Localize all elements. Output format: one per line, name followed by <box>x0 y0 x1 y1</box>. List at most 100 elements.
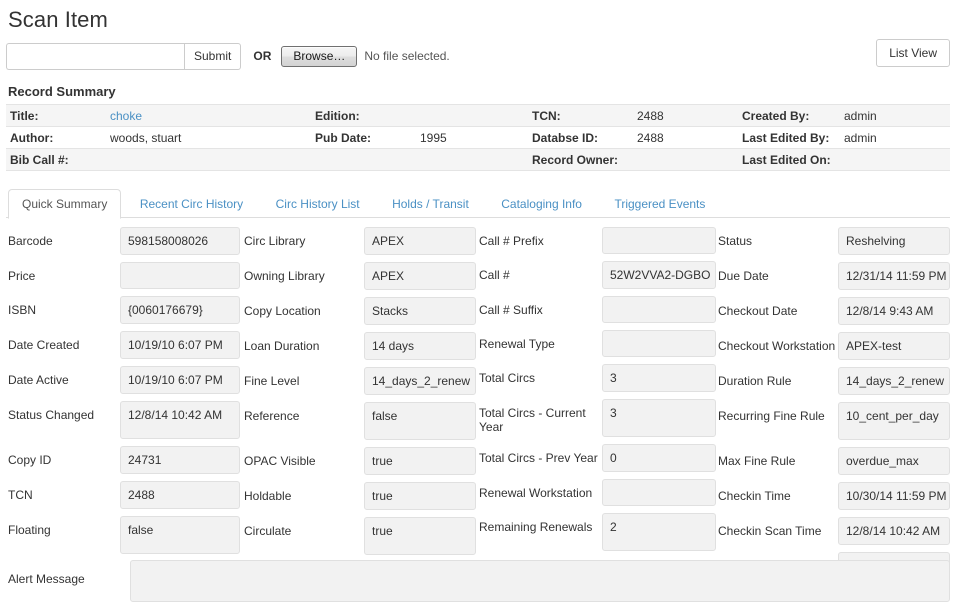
field-value[interactable]: 2 <box>602 513 716 551</box>
summary-value: woods, stuart <box>106 126 311 149</box>
field-value[interactable] <box>120 262 240 289</box>
table-row: Bib Call #: Record Owner: Last Edited On… <box>6 148 950 171</box>
field-value[interactable]: 10/19/10 6:07 PM <box>120 366 240 394</box>
field-renewal-type: Renewal Type <box>479 330 716 357</box>
field-label: Reference <box>244 409 300 423</box>
tab-quick-summary[interactable]: Quick Summary <box>8 189 122 219</box>
field-value[interactable]: 10/19/10 6:07 PM <box>120 331 240 359</box>
field-value[interactable] <box>130 560 950 602</box>
field-label: Renewal Workstation <box>479 486 593 500</box>
summary-label <box>311 148 416 171</box>
field-value[interactable]: 12/8/14 10:42 AM <box>120 401 240 439</box>
summary-label: Title: <box>6 104 106 127</box>
summary-value: 1995 <box>416 126 528 149</box>
field-value[interactable]: APEX-test <box>838 332 950 360</box>
field-value[interactable]: 2488 <box>120 481 240 509</box>
field-value[interactable]: Reshelving <box>838 227 950 255</box>
field-status-changed: Status Changed 12/8/14 10:42 AM <box>8 401 240 439</box>
field-fine-level: Fine Level 14_days_2_renew <box>244 367 476 395</box>
field-call-number-suffix: Call # Suffix <box>479 296 716 323</box>
summary-value-title: choke <box>106 104 311 127</box>
field-value[interactable] <box>602 479 716 506</box>
field-remaining-renewals: Remaining Renewals 2 <box>479 513 716 551</box>
field-value[interactable]: 0 <box>602 444 716 472</box>
field-value[interactable]: 598158008026 <box>120 227 240 255</box>
field-value[interactable]: 14_days_2_renew <box>838 367 950 395</box>
field-label: Loan Duration <box>244 339 320 353</box>
record-summary-table: Title: choke Edition: TCN: 2488 Created … <box>6 104 950 171</box>
field-label: Copy Location <box>244 304 321 318</box>
summary-label: Databse ID: <box>528 126 633 149</box>
field-value[interactable]: 24731 <box>120 446 240 474</box>
tab-triggered-events[interactable]: Triggered Events <box>600 189 719 219</box>
scan-barcode-input[interactable] <box>6 42 184 70</box>
detail-column-1: Barcode 598158008026 Price ISBN {0060176… <box>8 227 240 561</box>
field-label: Checkin Scan Time <box>718 524 822 538</box>
scan-bar: Submit OR Browse… No file selected. <box>6 42 950 70</box>
field-value[interactable] <box>602 330 716 357</box>
field-value[interactable]: 52W2VVA2-DGBO <box>602 261 716 289</box>
summary-value <box>416 104 528 127</box>
title-link[interactable]: choke <box>110 109 142 123</box>
field-value[interactable]: true <box>364 517 476 555</box>
field-label: Checkin Time <box>718 489 791 503</box>
field-total-circs-current-year: Total Circs - Current Year 3 <box>479 399 716 437</box>
field-label: Call # Prefix <box>479 234 544 248</box>
field-value[interactable]: false <box>120 516 240 554</box>
summary-value <box>106 148 311 171</box>
tab-holds-transit[interactable]: Holds / Transit <box>378 189 483 219</box>
field-label: Copy ID <box>8 453 52 467</box>
table-row: Author: woods, stuart Pub Date: 1995 Dat… <box>6 126 950 149</box>
field-value[interactable]: APEX <box>364 262 476 290</box>
tab-bar: Quick Summary Recent Circ History Circ H… <box>6 188 950 219</box>
browse-button[interactable]: Browse… <box>281 45 358 67</box>
field-value[interactable]: Stacks <box>364 297 476 325</box>
field-label: Floating <box>8 523 51 537</box>
field-label: Checkout Workstation <box>718 339 836 353</box>
field-value[interactable]: 14_days_2_renew <box>364 367 476 395</box>
field-opac-visible: OPAC Visible true <box>244 447 476 475</box>
field-value[interactable] <box>602 227 716 254</box>
field-label: Fine Level <box>244 374 300 388</box>
summary-label: Last Edited On: <box>738 148 840 171</box>
tab-recent-circ-history[interactable]: Recent Circ History <box>126 189 257 219</box>
tab-circ-history-list[interactable]: Circ History List <box>262 189 374 219</box>
submit-button[interactable]: Submit <box>184 42 242 70</box>
field-value[interactable]: 14 days <box>364 332 476 360</box>
field-label: Status Changed <box>8 408 95 422</box>
summary-label: Created By: <box>738 104 840 127</box>
field-value[interactable]: 12/31/14 11:59 PM <box>838 262 950 290</box>
field-date-active: Date Active 10/19/10 6:07 PM <box>8 366 240 394</box>
field-value[interactable]: true <box>364 482 476 510</box>
field-value[interactable]: APEX <box>364 227 476 255</box>
field-value[interactable]: 10_cent_per_day <box>838 402 950 440</box>
field-value[interactable]: 12/8/14 10:42 AM <box>838 517 950 545</box>
field-call-number-prefix: Call # Prefix <box>479 227 716 254</box>
field-value[interactable] <box>602 296 716 323</box>
field-value[interactable]: 10/30/14 11:59 PM <box>838 482 950 510</box>
tab-cataloging-info[interactable]: Cataloging Info <box>487 189 596 219</box>
record-summary-title: Record Summary <box>8 84 116 99</box>
summary-label: Record Owner: <box>528 148 633 171</box>
page-title: Scan Item <box>8 7 108 32</box>
field-due-date: Due Date 12/31/14 11:59 PM <box>718 262 950 290</box>
field-value[interactable]: true <box>364 447 476 475</box>
scan-item-page: Scan Item Submit OR Browse… No file sele… <box>0 6 956 612</box>
field-value[interactable]: false <box>364 402 476 440</box>
field-tcn: TCN 2488 <box>8 481 240 509</box>
field-label: Date Created <box>8 338 80 352</box>
field-value[interactable]: 3 <box>602 399 716 437</box>
list-view-button[interactable]: List View <box>876 39 950 67</box>
summary-label: Author: <box>6 126 106 149</box>
detail-column-2: Circ Library APEX Owning Library APEX Co… <box>244 227 476 596</box>
field-circulate: Circulate true <box>244 517 476 555</box>
field-total-circs-prev-year: Total Circs - Prev Year 0 <box>479 444 716 472</box>
field-value[interactable]: overdue_max <box>838 447 950 475</box>
field-value[interactable]: {0060176679} <box>120 296 240 324</box>
field-label: Call # Suffix <box>479 303 543 317</box>
field-value[interactable]: 12/8/14 9:43 AM <box>838 297 950 325</box>
field-value[interactable]: 3 <box>602 364 716 392</box>
field-total-circs: Total Circs 3 <box>479 364 716 392</box>
field-alert-message: Alert Message <box>8 560 950 602</box>
field-checkin-time: Checkin Time 10/30/14 11:59 PM <box>718 482 950 510</box>
